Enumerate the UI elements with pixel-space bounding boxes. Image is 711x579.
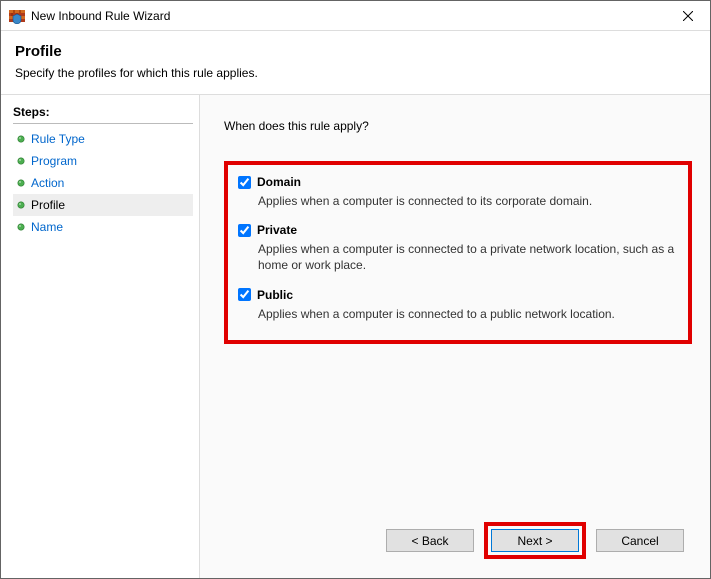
step-item-name[interactable]: Name xyxy=(13,216,193,238)
step-label: Action xyxy=(31,176,64,190)
steps-panel: Steps: Rule Type Program Action Profile Name xyxy=(1,95,199,578)
cancel-button[interactable]: Cancel xyxy=(596,529,684,552)
step-label: Rule Type xyxy=(31,132,85,146)
step-item-action[interactable]: Action xyxy=(13,172,193,194)
close-button[interactable] xyxy=(666,1,710,30)
step-item-program[interactable]: Program xyxy=(13,150,193,172)
page-title: Profile xyxy=(15,43,696,60)
domain-label: Domain xyxy=(257,175,301,189)
public-checkbox[interactable] xyxy=(238,288,251,301)
profile-option-private: Private Applies when a computer is connec… xyxy=(238,223,678,273)
titlebar: New Inbound Rule Wizard xyxy=(1,1,710,31)
bullet-icon xyxy=(17,135,25,143)
content-panel: When does this rule apply? Domain Applies… xyxy=(199,95,710,578)
page-subtitle: Specify the profiles for which this rule… xyxy=(15,66,696,80)
steps-label: Steps: xyxy=(13,105,193,124)
close-icon xyxy=(683,11,693,21)
private-description: Applies when a computer is connected to … xyxy=(258,241,678,273)
domain-description: Applies when a computer is connected to … xyxy=(258,193,678,209)
bullet-icon xyxy=(17,157,25,165)
window-title: New Inbound Rule Wizard xyxy=(31,9,666,23)
firewall-icon xyxy=(9,8,25,24)
rule-apply-question: When does this rule apply? xyxy=(224,119,698,133)
step-label: Profile xyxy=(31,198,65,212)
public-description: Applies when a computer is connected to … xyxy=(258,306,678,322)
back-button[interactable]: < Back xyxy=(386,529,474,552)
next-button[interactable]: Next > xyxy=(491,529,579,552)
step-item-profile[interactable]: Profile xyxy=(13,194,193,216)
wizard-header: Profile Specify the profiles for which t… xyxy=(1,31,710,95)
bullet-icon xyxy=(17,223,25,231)
public-label: Public xyxy=(257,288,293,302)
profile-option-public: Public Applies when a computer is connect… xyxy=(238,288,678,322)
private-label: Private xyxy=(257,223,297,237)
bullet-icon xyxy=(17,179,25,187)
private-checkbox[interactable] xyxy=(238,224,251,237)
next-highlight: Next > xyxy=(484,522,586,559)
wizard-footer: < Back Next > Cancel xyxy=(224,517,698,566)
domain-checkbox[interactable] xyxy=(238,176,251,189)
step-label: Name xyxy=(31,220,63,234)
step-label: Program xyxy=(31,154,77,168)
profiles-highlight: Domain Applies when a computer is connect… xyxy=(224,161,692,344)
step-item-rule-type[interactable]: Rule Type xyxy=(13,128,193,150)
bullet-icon xyxy=(17,201,25,209)
profile-option-domain: Domain Applies when a computer is connect… xyxy=(238,175,678,209)
